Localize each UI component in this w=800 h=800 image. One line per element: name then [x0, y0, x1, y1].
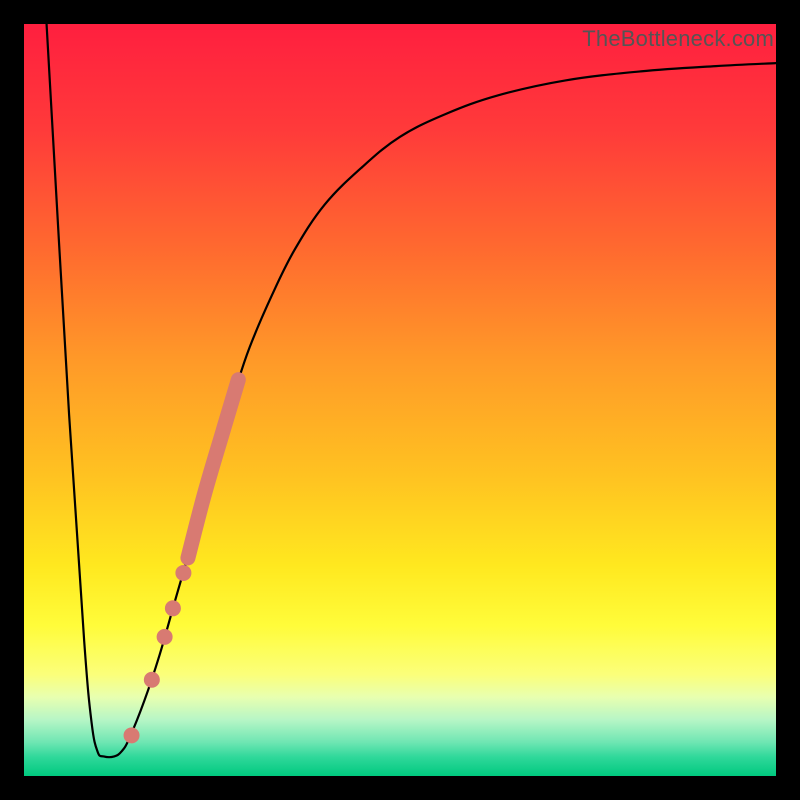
- marker-dot: [124, 727, 140, 743]
- marker-dot: [144, 672, 160, 688]
- chart-svg: [24, 24, 776, 776]
- marker-dot: [165, 600, 181, 616]
- marker-dot: [157, 629, 173, 645]
- plot-area: TheBottleneck.com: [24, 24, 776, 776]
- watermark: TheBottleneck.com: [582, 26, 774, 52]
- marker-dot: [175, 565, 191, 581]
- chart-frame: TheBottleneck.com: [0, 0, 800, 800]
